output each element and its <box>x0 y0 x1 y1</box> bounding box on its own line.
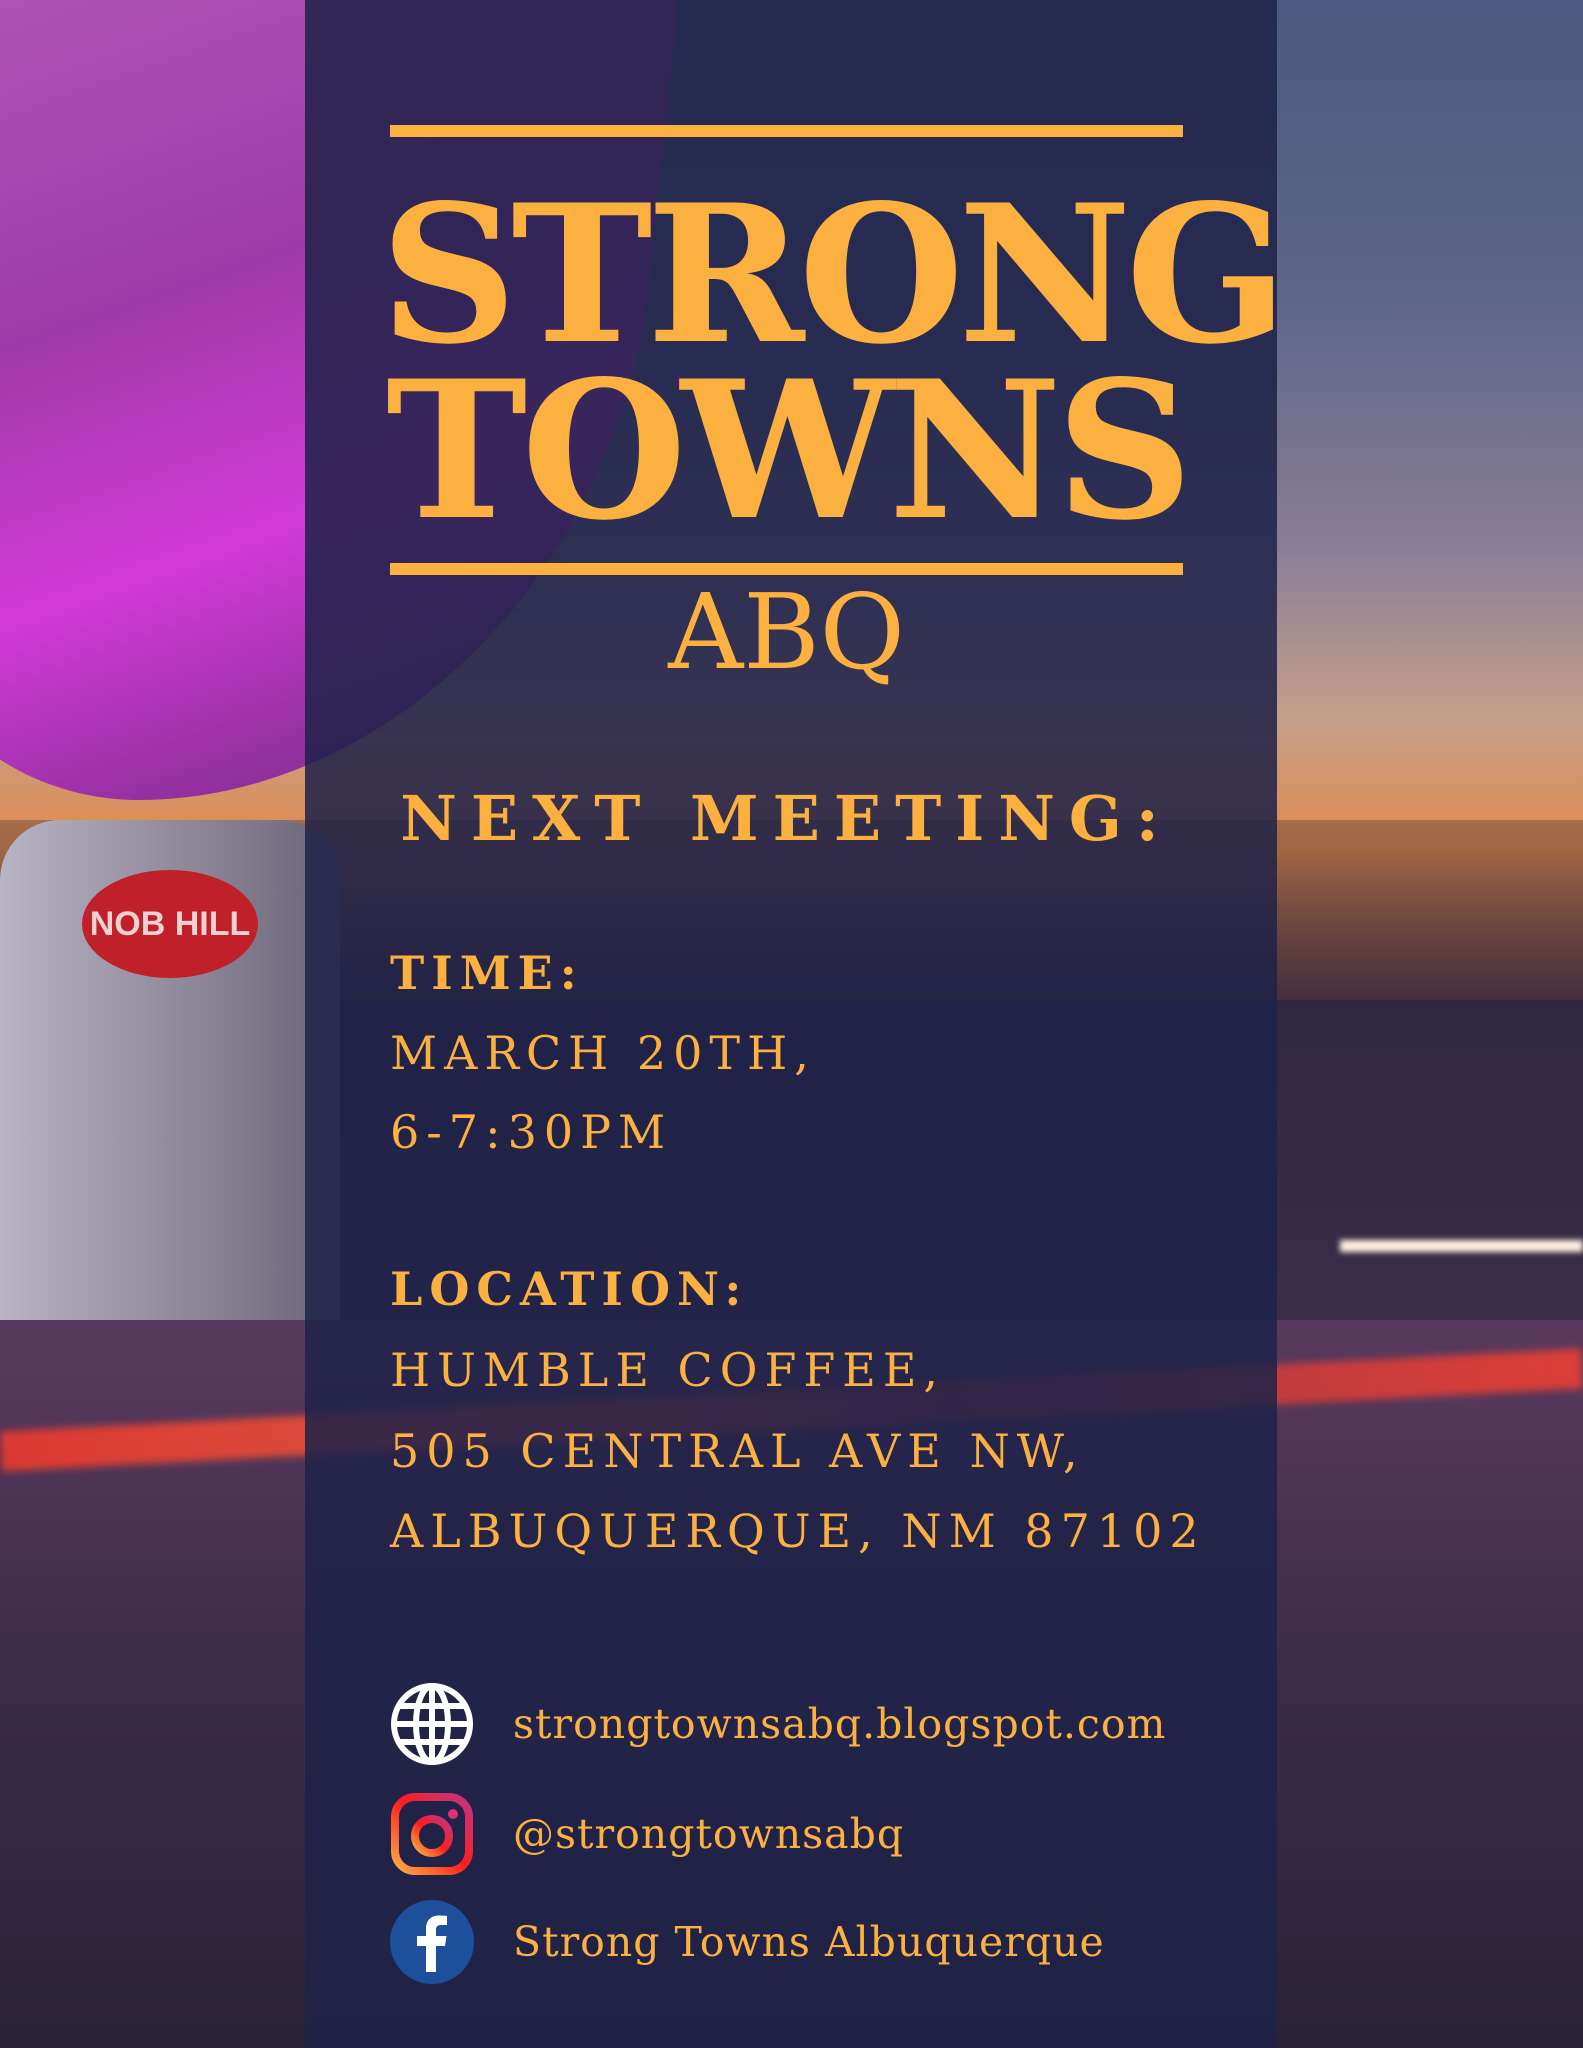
location-line3: ALBUQUERQUE, NM 87102 <box>390 1504 1206 1558</box>
location-line2: 505 CENTRAL AVE NW, <box>390 1424 1085 1478</box>
instagram-handle: @strongtownsabq <box>513 1810 905 1858</box>
website-text: strongtownsabq.blogspot.com <box>513 1700 1167 1748</box>
location-line1: HUMBLE COFFEE, <box>390 1343 946 1397</box>
nob-hill-sign: NOB HILL <box>82 870 258 978</box>
top-rule <box>390 125 1183 137</box>
facebook-page-name: Strong Towns Albuquerque <box>513 1918 1105 1966</box>
instagram-icon <box>390 1792 474 1876</box>
globe-icon <box>390 1682 474 1766</box>
title-line2: TOWNS <box>385 339 1193 562</box>
facebook-link[interactable]: Strong Towns Albuquerque <box>390 1899 1105 1985</box>
subtitle: ABQ <box>668 571 905 693</box>
location-label: LOCATION: <box>390 1262 749 1316</box>
time-hours: 6-7:30PM <box>390 1105 673 1159</box>
car-lights <box>1340 1240 1583 1252</box>
next-meeting-heading: NEXT MEETING: <box>400 782 1173 855</box>
facebook-icon <box>390 1900 474 1984</box>
website-link[interactable]: strongtownsabq.blogspot.com <box>390 1681 1166 1767</box>
time-date: MARCH 20TH, <box>390 1026 816 1080</box>
time-label: TIME: <box>390 946 584 1000</box>
instagram-link[interactable]: @strongtownsabq <box>390 1791 904 1877</box>
